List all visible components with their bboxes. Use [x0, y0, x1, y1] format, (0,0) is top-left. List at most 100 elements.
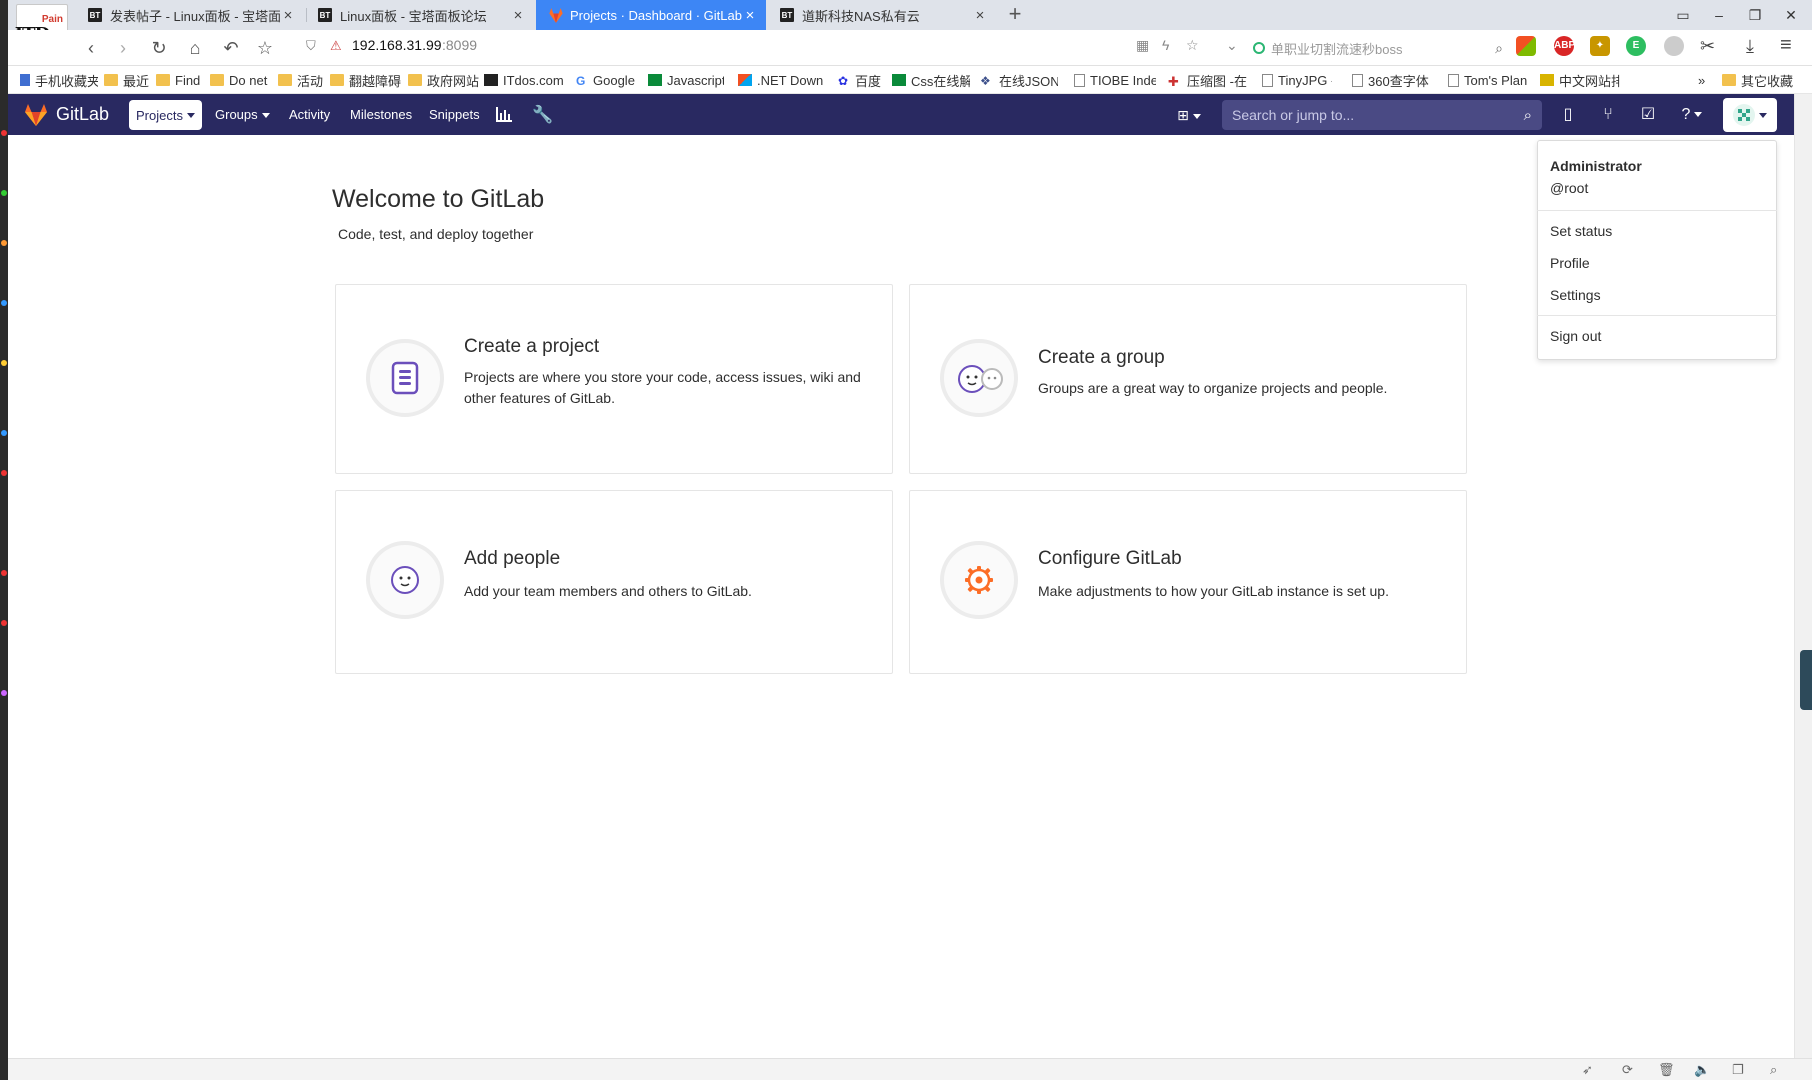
speaker-icon[interactable]: 🔈	[1694, 1062, 1710, 1078]
refresh-circle-icon[interactable]: ⟳	[1622, 1062, 1633, 1078]
menu-icon[interactable]: ≡	[1780, 34, 1792, 57]
minimize-button[interactable]: –	[1704, 4, 1734, 26]
card-title[interactable]: Create a project	[464, 336, 599, 358]
window-icon[interactable]: ❐	[1732, 1062, 1744, 1078]
bookmark-item[interactable]: 活动	[278, 71, 326, 89]
gitlab-brand[interactable]: GitLab	[56, 104, 109, 125]
nav-groups-dropdown[interactable]: Groups	[215, 107, 270, 122]
bookmark-item[interactable]: 手机收藏夹	[20, 71, 98, 89]
menu-item-sign-out[interactable]: Sign out	[1550, 328, 1601, 344]
create-group-card[interactable]: Create a group Groups are a great way to…	[909, 284, 1467, 474]
browser-search-box[interactable]: 单职业切割流速秒boss ⌕	[1253, 36, 1503, 60]
bookmark-item-other[interactable]: 其它收藏	[1722, 71, 1806, 89]
close-window-button[interactable]: ✕	[1776, 4, 1806, 26]
user-avatar-dropdown[interactable]	[1723, 98, 1777, 132]
dropdown-icon[interactable]: ⌄	[1226, 37, 1238, 54]
side-panel-handle[interactable]	[1800, 650, 1812, 710]
maximize-button[interactable]: ❐	[1740, 4, 1770, 26]
bookmark-item[interactable]: ❖ 在线JSON	[980, 71, 1058, 89]
bookmark-item[interactable]: .NET Down	[738, 71, 824, 89]
bookmark-item[interactable]: ✚ 压缩图 -在	[1168, 71, 1248, 90]
bookmark-item[interactable]: Tom's Plan	[1448, 71, 1528, 89]
card-description: Make adjustments to how your GitLab inst…	[1038, 583, 1389, 599]
help-icon: ?	[1681, 106, 1691, 123]
extension-icon[interactable]: ✦	[1590, 36, 1610, 56]
new-item-dropdown[interactable]: ⊞	[1172, 104, 1206, 126]
back-icon[interactable]: ‹	[78, 36, 104, 60]
nav-projects-label: Projects	[136, 107, 183, 123]
new-tab-button[interactable]: +	[1003, 3, 1027, 27]
adblock-icon[interactable]: ABP	[1554, 36, 1575, 56]
issues-icon[interactable]: ▯	[1556, 104, 1580, 126]
scissors-icon[interactable]: ✂	[1700, 36, 1715, 57]
undo-close-icon[interactable]: ↶	[218, 36, 244, 60]
card-title[interactable]: Add people	[464, 548, 560, 570]
card-title[interactable]: Configure GitLab	[1038, 548, 1182, 570]
nav-milestones[interactable]: Milestones	[350, 107, 412, 122]
bookmark-item[interactable]: 政府网站	[408, 71, 480, 89]
restore-tabs-icon[interactable]: ▭	[1668, 4, 1698, 26]
menu-item-settings[interactable]: Settings	[1550, 287, 1601, 303]
page-scrollbar[interactable]	[1794, 94, 1812, 1058]
tab-bt-forum[interactable]: BT Linux面板 - 宝塔面板论坛 ×	[306, 0, 534, 30]
qr-code-icon[interactable]: ▦	[1136, 37, 1149, 54]
lightning-icon[interactable]: ϟ	[1162, 37, 1169, 53]
bookmark-item[interactable]: 翻越障碍	[330, 71, 404, 89]
tab-gitlab-dashboard[interactable]: Projects · Dashboard · GitLab ×	[536, 0, 766, 30]
close-tab-icon[interactable]: ×	[972, 7, 988, 24]
nav-projects-dropdown[interactable]: Projects	[129, 100, 202, 130]
add-people-card[interactable]: Add people Add your team members and oth…	[335, 490, 893, 674]
bookmark-item[interactable]: TinyJPG -	[1262, 71, 1332, 89]
zoom-icon[interactable]: ⌕	[1770, 1062, 1777, 1078]
forward-icon[interactable]: ›	[110, 36, 136, 60]
windows-extension-icon[interactable]	[1516, 36, 1536, 56]
admin-wrench-icon[interactable]: 🔧	[532, 104, 554, 126]
bookmark-item[interactable]: 中文网站排	[1540, 71, 1620, 89]
gitlab-logo-icon[interactable]	[24, 104, 48, 126]
close-tab-icon[interactable]: ×	[280, 7, 296, 24]
evernote-icon[interactable]: E	[1626, 36, 1646, 56]
bookmark-item[interactable]: Do net	[210, 71, 274, 89]
download-icon[interactable]: ⤓	[1746, 36, 1754, 57]
tab-bt-post[interactable]: BT 发表帖子 - Linux面板 - 宝塔面板 ×	[76, 0, 304, 30]
bookmark-item[interactable]: 360查字体	[1352, 71, 1432, 89]
address-host[interactable]: 192.168.31.99	[352, 37, 442, 53]
extension-icon[interactable]	[1664, 36, 1684, 56]
create-project-card[interactable]: Create a project Projects are where you …	[335, 284, 893, 474]
bookmark-item[interactable]: Javascript	[648, 71, 724, 89]
help-dropdown[interactable]: ?	[1674, 104, 1710, 126]
bookmark-item[interactable]: ✿ 百度	[838, 71, 892, 89]
merge-request-icon[interactable]: ⑂	[1596, 104, 1620, 126]
gitlab-search-input[interactable]: Search or jump to... ⌕	[1222, 100, 1542, 130]
menu-item-profile[interactable]: Profile	[1550, 255, 1590, 271]
address-port[interactable]: :8099	[442, 37, 477, 53]
bookmark-item[interactable]: G Google	[576, 71, 640, 89]
bookmarks-overflow-icon[interactable]: »	[1698, 71, 1712, 89]
home-icon[interactable]: ⌂	[182, 36, 208, 60]
reload-icon[interactable]: ↻	[146, 36, 172, 60]
bookmark-item[interactable]: Find	[156, 71, 204, 89]
favorite-star-icon[interactable]: ☆	[1186, 37, 1199, 54]
nav-snippets[interactable]: Snippets	[429, 107, 480, 122]
todo-check-icon[interactable]: ☑	[1636, 104, 1660, 126]
trash-icon[interactable]: 🗑	[1658, 1062, 1675, 1078]
card-title[interactable]: Create a group	[1038, 347, 1165, 369]
search-icon[interactable]: ⌕	[1495, 40, 1503, 57]
page-title: Welcome to GitLab	[332, 185, 545, 213]
bookmark-item[interactable]: Css在线解	[892, 71, 970, 89]
close-tab-icon[interactable]: ×	[510, 7, 526, 24]
shield-icon[interactable]: ⛉	[306, 38, 316, 54]
bookmark-item[interactable]: TIOBE Inde	[1074, 71, 1156, 89]
insecure-warning-icon[interactable]: ⚠	[330, 38, 342, 54]
strip-icon	[1, 430, 7, 436]
menu-item-set-status[interactable]: Set status	[1550, 223, 1612, 239]
bookmark-item[interactable]: 最近	[104, 71, 150, 89]
tab-nas-cloud[interactable]: BT 道斯科技NAS私有云 ×	[768, 0, 996, 30]
rocket-icon[interactable]: ➶	[1582, 1062, 1593, 1078]
configure-gitlab-card[interactable]: Configure GitLab Make adjustments to how…	[909, 490, 1467, 674]
bookmark-item[interactable]: ITdos.com	[484, 71, 568, 89]
bookmark-star-icon[interactable]: ☆	[252, 36, 278, 60]
chart-icon[interactable]	[496, 107, 512, 122]
nav-activity[interactable]: Activity	[289, 107, 330, 122]
close-tab-icon[interactable]: ×	[742, 7, 758, 24]
